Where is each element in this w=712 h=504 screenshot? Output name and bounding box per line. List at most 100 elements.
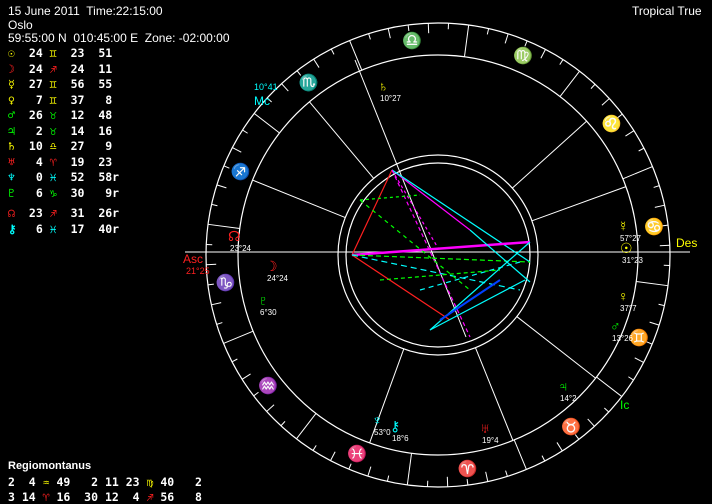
aspect-line [420,262,520,290]
planet-wheel-degree: 13°26 [612,334,633,343]
degree-tick [211,303,221,305]
sign-boundary-line [560,71,580,96]
planet-wheel-icon: ☉ [620,240,633,257]
aspect-line [440,280,500,320]
aspect-lines [352,170,530,337]
degree-tick [486,472,488,482]
degree-tick [282,84,289,91]
planet-wheel-degree: 23°24 [230,244,251,253]
degree-tick [639,148,644,151]
des-label: Des [676,236,697,250]
zodiac-inner-circle [238,55,638,455]
zodiac-sign-icon: ♌ [602,114,622,134]
degree-tick [542,456,545,461]
planet-wheel-degree: 19°4 [482,436,499,445]
degree-tick [368,467,371,477]
zodiac-sign-icon: ♒ [258,376,278,396]
sign-boundary-line [254,113,279,133]
degree-tick [505,34,508,44]
aspect-line [392,170,470,337]
sign-boundary-line [623,167,653,179]
zodiac-sign-icon: ♎ [402,31,422,51]
planet-wheel-icon: ☊ [228,228,240,245]
degree-tick [331,452,336,461]
sign-boundary-line [296,413,316,438]
degree-tick [232,148,241,153]
planet-wheel-degree: 31°23 [622,256,643,265]
zodiac-sign-icon: ♉ [561,417,581,437]
degree-tick [232,359,237,362]
asc-degree: 21°25 [186,266,210,276]
degree-tick [487,29,488,35]
degree-tick [659,304,665,305]
degree-tick [628,377,633,380]
planet-wheel-degree: 53°0 [374,428,391,437]
degree-tick [467,479,468,485]
zodiac-sign-icon: ♑ [216,273,236,293]
degree-tick [591,84,595,88]
degree-tick [217,185,227,188]
degree-tick [242,374,250,379]
aspect-circle [346,163,530,347]
degree-tick [604,408,608,412]
planet-wheel-icon: ♅ [480,420,491,436]
sign-boundary-line [407,453,411,485]
planet-wheel-icon: ☿ [618,218,629,234]
zodiac-sign-icon: ♍ [513,46,533,66]
mc-label: Mc [254,94,270,108]
house-cusp-line [253,180,346,217]
aspect-line [392,170,470,230]
degree-tick [331,49,334,54]
house-cusp-line [309,102,373,179]
sign-boundary-line [350,41,362,71]
sign-boundary-line [514,440,526,470]
mc-ic-axis [355,60,466,337]
degree-tick [557,442,562,450]
planet-wheel-icon: ♀ [618,288,629,304]
zodiac-sign-icon: ♐ [231,162,251,182]
sign-boundary-line [596,377,621,397]
aspect-line [352,242,530,255]
degree-tick [655,205,665,207]
planet-wheel-icon: ♄ [378,78,389,94]
degree-tick [224,166,230,168]
zodiac-sign-icon: ♏ [299,73,319,93]
degree-tick [387,476,388,482]
degree-tick [602,99,609,106]
planet-wheel-icon: ♃ [558,378,569,394]
degree-tick [560,60,563,65]
zodiac-sign-icon: ♈ [458,459,478,479]
planet-wheel-icon: ⚷ [390,418,400,435]
planet-wheel-degree: 18°6 [392,434,409,443]
degree-tick [588,419,595,426]
zodiac-sign-icon: ♓ [347,444,367,464]
planet-wheel-degree: 37°7 [620,304,637,313]
aspect-line [352,255,450,320]
degree-tick [208,284,214,285]
degree-tick [243,130,248,133]
house-cusp-line [532,187,626,221]
sign-boundary-line [224,331,254,343]
planet-wheel-icon: ♇ [258,292,269,308]
degree-tick [281,421,285,425]
degree-tick [369,34,371,40]
sign-boundary-line [636,281,668,285]
degree-tick [654,186,660,188]
house-cusp-line [517,317,596,379]
degree-tick [635,358,644,363]
asc-label: Asc [183,252,203,266]
degree-tick [541,49,546,58]
degree-tick [388,28,390,38]
degree-tick [217,323,223,325]
degree-tick [650,322,660,325]
house-cusp-line [512,121,586,188]
planet-wheel-degree: 24°24 [267,274,288,283]
degree-tick [212,204,218,205]
planet-wheel-icon: ♆ [372,412,383,428]
degree-tick [349,464,351,470]
degree-tick [313,445,316,450]
planet-wheel-icon: ☽ [265,258,278,275]
zodiac-sign-icon: ♋ [644,217,664,237]
degree-tick [506,471,508,477]
planet-wheel-degree: 6°30 [260,308,277,317]
